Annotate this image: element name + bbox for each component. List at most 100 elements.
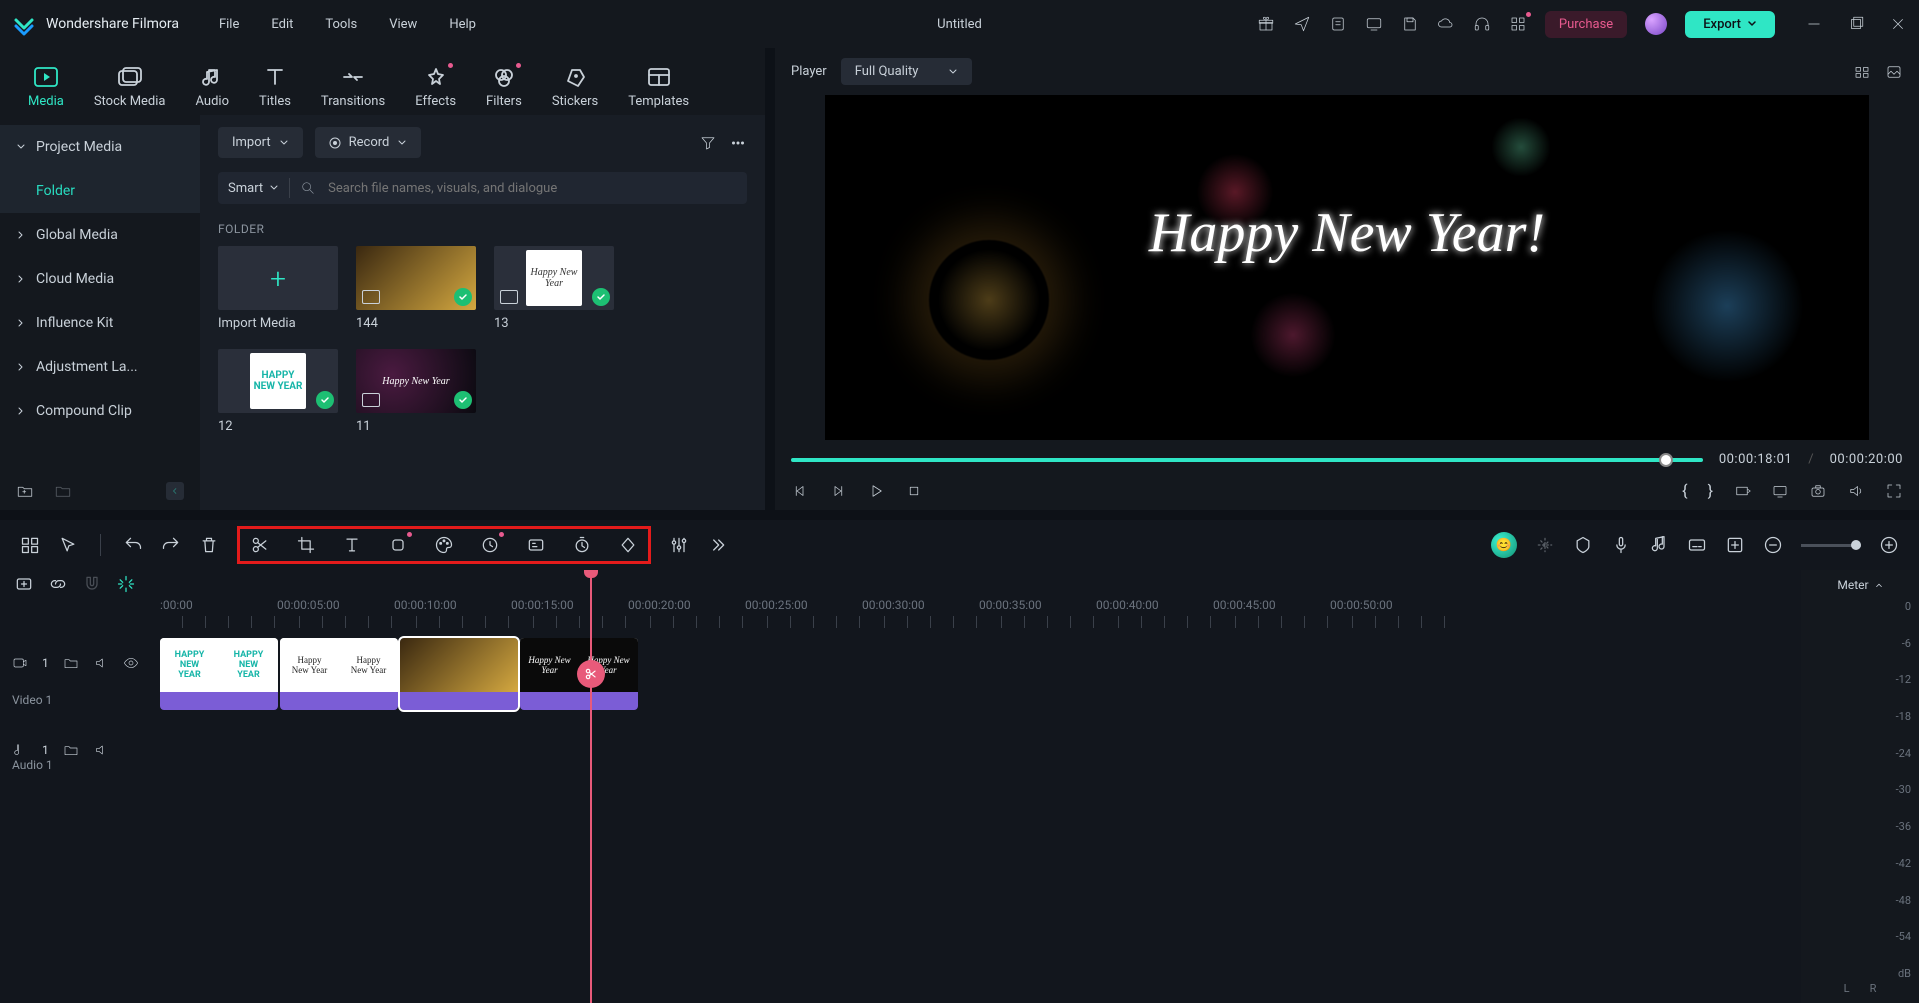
send-icon[interactable] bbox=[1293, 15, 1311, 33]
playhead[interactable] bbox=[590, 570, 592, 1003]
search-input[interactable] bbox=[328, 181, 737, 196]
microphone-icon[interactable] bbox=[1611, 535, 1631, 555]
cloud-icon[interactable] bbox=[1437, 15, 1455, 33]
filter-icon[interactable] bbox=[699, 134, 717, 152]
more-icon[interactable] bbox=[729, 134, 747, 152]
menu-tools[interactable]: Tools bbox=[325, 17, 357, 32]
eye-icon[interactable] bbox=[123, 655, 139, 671]
tab-templates[interactable]: Templates bbox=[620, 60, 697, 115]
clip-3-selected[interactable] bbox=[400, 638, 518, 710]
headphones-icon[interactable] bbox=[1473, 15, 1491, 33]
gift-icon[interactable] bbox=[1257, 15, 1275, 33]
next-frame-icon[interactable] bbox=[829, 482, 847, 500]
volume-icon[interactable] bbox=[1847, 482, 1865, 500]
text-icon[interactable] bbox=[342, 535, 362, 555]
audio-track-content[interactable] bbox=[160, 734, 1801, 779]
tab-audio[interactable]: Audio bbox=[188, 60, 237, 115]
image-view-icon[interactable] bbox=[1885, 63, 1903, 81]
sidebar-folder[interactable]: Folder bbox=[0, 169, 200, 213]
split-icon[interactable] bbox=[250, 535, 270, 555]
display-icon[interactable] bbox=[1771, 482, 1789, 500]
mask-icon-wrap[interactable] bbox=[388, 535, 408, 555]
search-mode-select[interactable]: Smart bbox=[228, 181, 279, 196]
video-preview[interactable]: Happy New Year! bbox=[825, 95, 1869, 440]
purchase-button[interactable]: Purchase bbox=[1545, 11, 1627, 38]
more-tools-icon[interactable] bbox=[707, 535, 727, 555]
menu-help[interactable]: Help bbox=[449, 17, 476, 32]
menu-file[interactable]: File bbox=[219, 17, 239, 32]
tab-media[interactable]: Media bbox=[20, 60, 72, 115]
timeline-ruler[interactable]: :00:00 00:00:05:00 00:00:10:00 00:00:15:… bbox=[160, 598, 1801, 628]
playhead-split-icon[interactable] bbox=[577, 660, 605, 688]
zoom-out-icon[interactable] bbox=[1763, 535, 1783, 555]
tab-titles[interactable]: Titles bbox=[251, 60, 299, 115]
caption-icon[interactable] bbox=[526, 535, 546, 555]
mark-out-icon[interactable]: } bbox=[1708, 481, 1713, 500]
select-tool-icon[interactable] bbox=[58, 535, 78, 555]
ratio-icon[interactable] bbox=[1733, 482, 1751, 500]
close-icon[interactable] bbox=[1889, 15, 1907, 33]
media-thumb-11[interactable]: Happy New Year 11 bbox=[356, 349, 476, 434]
user-avatar[interactable] bbox=[1645, 13, 1667, 35]
video-track-content[interactable]: HAPPYNEWYEARHAPPYNEWYEAR HappyNew YearHa… bbox=[160, 636, 1801, 726]
tab-filters[interactable]: Filters bbox=[478, 60, 530, 115]
media-thumb-13[interactable]: Happy New Year 13 bbox=[494, 246, 614, 331]
sidebar-adjustment-layer[interactable]: Adjustment La... bbox=[0, 345, 200, 389]
delete-icon[interactable] bbox=[199, 535, 219, 555]
link-icon[interactable] bbox=[48, 574, 68, 594]
auto-ripple-icon[interactable] bbox=[116, 574, 136, 594]
stop-icon[interactable] bbox=[905, 482, 923, 500]
mark-in-icon[interactable]: { bbox=[1682, 481, 1687, 500]
clip-1[interactable]: HAPPYNEWYEARHAPPYNEWYEAR bbox=[160, 638, 278, 710]
minimize-icon[interactable] bbox=[1805, 15, 1823, 33]
redo-icon[interactable] bbox=[161, 535, 181, 555]
sidebar-cloud-media[interactable]: Cloud Media bbox=[0, 257, 200, 301]
notes-icon[interactable] bbox=[1329, 15, 1347, 33]
export-button[interactable]: Export bbox=[1685, 11, 1775, 38]
monitor-icon[interactable] bbox=[1365, 15, 1383, 33]
meter-label-row[interactable]: Meter bbox=[1837, 578, 1882, 592]
subtitle-icon[interactable] bbox=[1687, 535, 1707, 555]
magnet-icon[interactable] bbox=[82, 574, 102, 594]
crop-icon[interactable] bbox=[296, 535, 316, 555]
apps-icon-wrap[interactable] bbox=[1509, 15, 1527, 33]
music-icon[interactable] bbox=[1649, 535, 1669, 555]
quality-dropdown[interactable]: Full Quality bbox=[841, 58, 973, 85]
save-icon[interactable] bbox=[1401, 15, 1419, 33]
prev-frame-icon[interactable] bbox=[791, 482, 809, 500]
sparkle-icon[interactable] bbox=[1535, 535, 1555, 555]
clip-2[interactable]: HappyNew YearHappyNew Year bbox=[280, 638, 398, 710]
tab-effects[interactable]: Effects bbox=[407, 60, 464, 115]
add-track-icon[interactable] bbox=[14, 574, 34, 594]
color-icon[interactable] bbox=[434, 535, 454, 555]
sidebar-compound-clip[interactable]: Compound Clip bbox=[0, 389, 200, 433]
add-media-icon[interactable] bbox=[1725, 535, 1745, 555]
play-icon[interactable] bbox=[867, 482, 885, 500]
sidebar-project-media[interactable]: Project Media bbox=[0, 125, 200, 169]
record-button[interactable]: Record bbox=[315, 127, 422, 158]
tab-stock-media[interactable]: Stock Media bbox=[86, 60, 174, 115]
speed-icon-wrap[interactable] bbox=[480, 535, 500, 555]
snapshot-icon[interactable] bbox=[1809, 482, 1827, 500]
sidebar-influence-kit[interactable]: Influence Kit bbox=[0, 301, 200, 345]
collapse-sidebar-icon[interactable] bbox=[166, 482, 184, 500]
ai-assistant-icon[interactable]: 😊 bbox=[1491, 532, 1517, 558]
folder-icon[interactable] bbox=[54, 482, 72, 500]
folder-small-icon[interactable] bbox=[63, 655, 79, 671]
zoom-in-icon[interactable] bbox=[1879, 535, 1899, 555]
timer-icon[interactable] bbox=[572, 535, 592, 555]
mute-icon[interactable] bbox=[93, 742, 109, 758]
undo-icon[interactable] bbox=[123, 535, 143, 555]
keyframe-icon[interactable] bbox=[618, 535, 638, 555]
maximize-icon[interactable] bbox=[1847, 15, 1865, 33]
progress-handle[interactable] bbox=[1659, 453, 1673, 467]
import-media-tile[interactable]: + Import Media bbox=[218, 246, 338, 331]
adjustments-icon[interactable] bbox=[669, 535, 689, 555]
media-thumb-144[interactable]: 144 bbox=[356, 246, 476, 331]
new-folder-icon[interactable] bbox=[16, 482, 34, 500]
zoom-handle[interactable] bbox=[1851, 540, 1861, 550]
sidebar-global-media[interactable]: Global Media bbox=[0, 213, 200, 257]
menu-edit[interactable]: Edit bbox=[271, 17, 293, 32]
progress-bar[interactable] bbox=[791, 458, 1703, 462]
folder-small-icon[interactable] bbox=[63, 742, 79, 758]
